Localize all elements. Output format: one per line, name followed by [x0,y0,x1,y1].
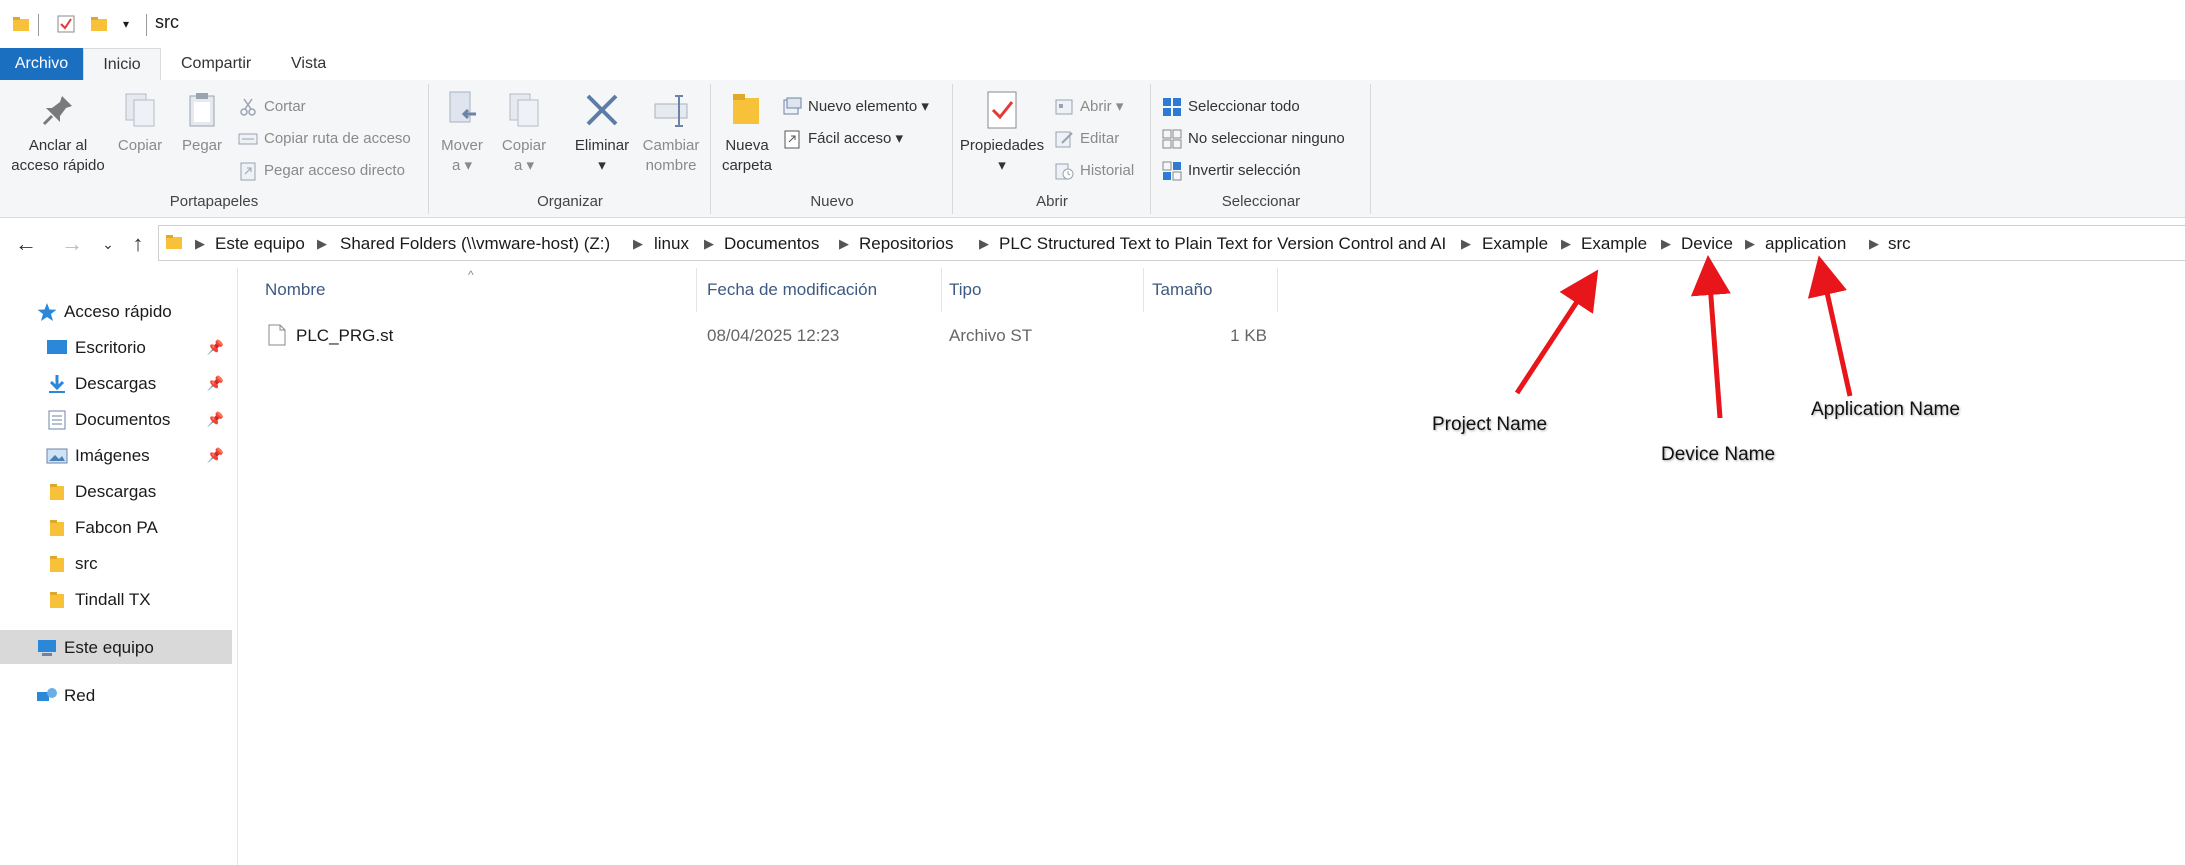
application-arrow [1807,255,1853,397]
annotation-application-name: Application Name [1811,399,1960,420]
annotation-arrows [1514,255,1853,419]
project-arrow [1514,269,1599,395]
device-arrow [1690,255,1731,419]
annotation-device-name: Device Name [1661,444,1776,465]
annotation-project-name: Project Name [1432,414,1548,435]
